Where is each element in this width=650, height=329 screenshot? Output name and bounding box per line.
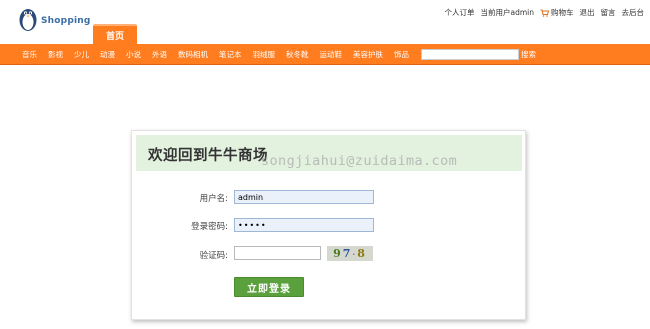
nav-item-anime[interactable]: 动漫: [100, 49, 115, 60]
logout-link[interactable]: 退出: [580, 7, 595, 18]
nav-item-winter-boots[interactable]: 秋冬靴: [286, 49, 309, 60]
search-input[interactable]: [421, 48, 519, 60]
admin-link[interactable]: 去后台: [622, 7, 645, 18]
password-input[interactable]: •••••: [234, 218, 374, 232]
nav-item-languages[interactable]: 外语: [152, 49, 167, 60]
logo[interactable]: Shopping: [14, 4, 94, 36]
login-panel-header: 欢迎回到牛牛商场 songjiahui@zuidaima.com: [136, 135, 522, 171]
captcha-label: 验证码:: [199, 251, 228, 261]
nav-item-novels[interactable]: 小说: [126, 49, 141, 60]
nav-item-beauty[interactable]: 美容护肤: [353, 49, 383, 60]
messages-link[interactable]: 留言: [601, 7, 616, 18]
current-user-text: 当前用户admin: [480, 8, 535, 17]
login-panel: 欢迎回到牛牛商场 songjiahui@zuidaima.com 用户名: ad…: [131, 130, 526, 320]
login-button[interactable]: 立即登录: [234, 277, 304, 297]
top-links: 个人订单 当前用户admin 购物车 退出 留言 去后台: [445, 7, 645, 18]
captcha-image[interactable]: 9 7 · 8: [327, 246, 373, 261]
penguin-logo-icon: [19, 9, 37, 31]
captcha-char: 9: [333, 247, 343, 260]
watermark-text: songjiahui@zuidaima.com: [261, 153, 458, 169]
nav-item-laptops[interactable]: 笔记本: [219, 49, 242, 60]
captcha-char: 7: [342, 247, 353, 260]
nav-item-sneakers[interactable]: 运动鞋: [320, 49, 343, 60]
orders-link[interactable]: 个人订单: [445, 7, 475, 18]
nav-item-cameras[interactable]: 数码相机: [178, 49, 208, 60]
nav-item-kids[interactable]: 少儿: [74, 49, 89, 60]
logo-text: Shopping: [41, 16, 91, 26]
captcha-char: 8: [357, 247, 367, 260]
cart-link[interactable]: 购物车: [540, 7, 574, 18]
tab-home[interactable]: 首页: [93, 24, 137, 44]
shopping-cart-icon: [540, 9, 549, 17]
captcha-input[interactable]: [234, 246, 321, 260]
login-title: 欢迎回到牛牛商场: [148, 148, 268, 164]
search-button[interactable]: 搜索: [521, 49, 536, 60]
nav-item-accessories[interactable]: 饰品: [394, 49, 409, 60]
username-label: 用户名:: [199, 194, 228, 204]
category-nav: 音乐 影视 少儿 动漫 小说 外语 数码相机 笔记本 羽绒服 秋冬靴 运动鞋 美…: [0, 44, 650, 65]
nav-item-movies[interactable]: 影视: [48, 49, 63, 60]
username-input[interactable]: admin: [234, 190, 374, 204]
nav-item-down-jackets[interactable]: 羽绒服: [253, 49, 276, 60]
nav-item-music[interactable]: 音乐: [22, 49, 37, 60]
password-label: 登录密码:: [191, 222, 228, 232]
cart-label: 购物车: [551, 8, 574, 17]
